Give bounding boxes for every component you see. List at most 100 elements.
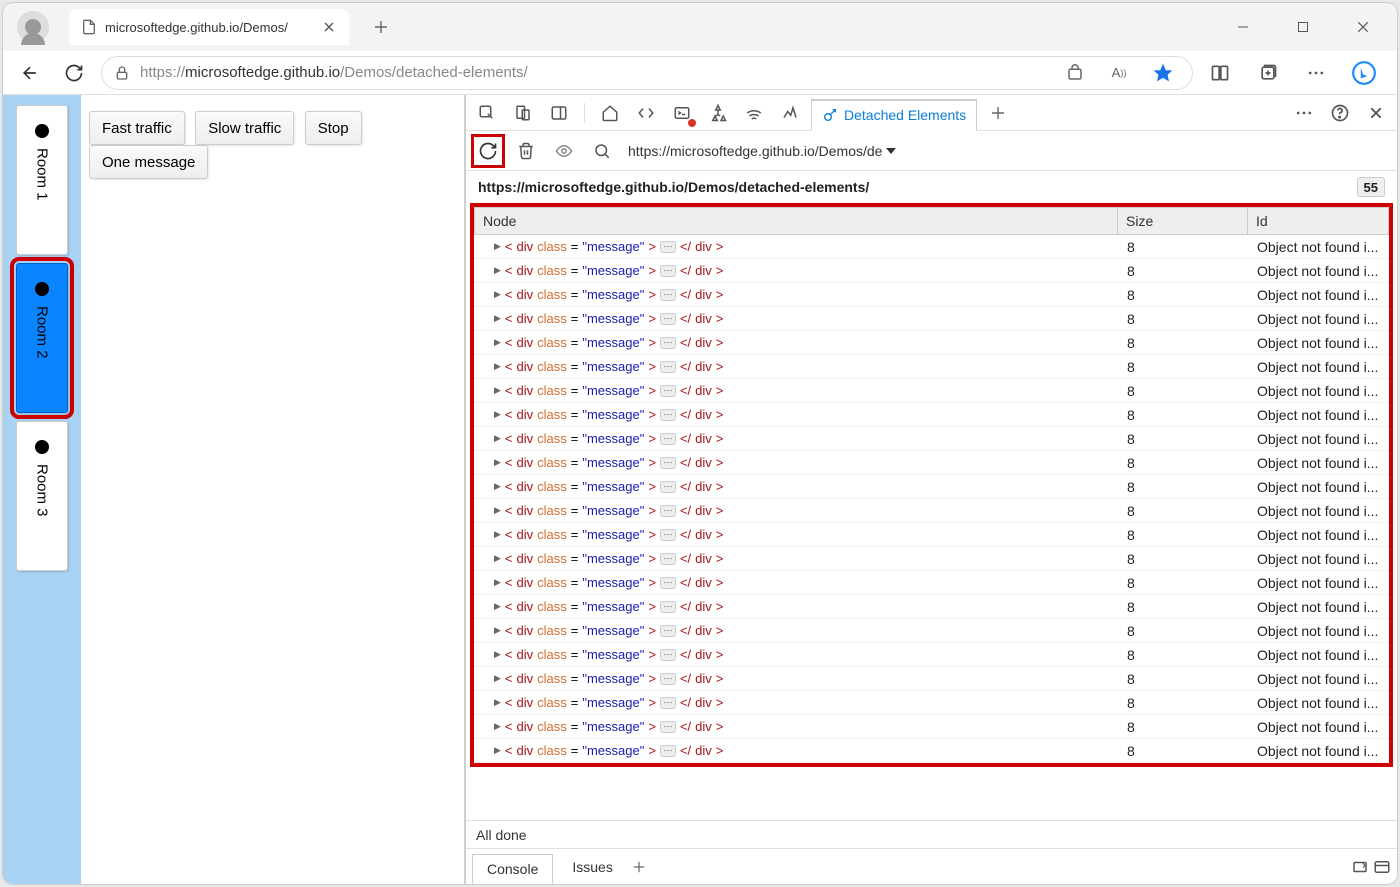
id-cell: Object not found i... [1249,358,1389,376]
node-cell: ▶<div class="message">⋯</div> [474,694,1119,711]
col-node[interactable]: Node [475,208,1118,234]
detached-toolbar: https://microsoftedge.github.io/Demos/de [466,131,1397,171]
status-bar: All done [466,820,1397,848]
sources-tab-icon[interactable] [703,98,733,128]
read-aloud-icon[interactable]: A)) [1102,56,1136,90]
id-cell: Object not found i... [1249,406,1389,424]
elements-tab-icon[interactable] [631,98,661,128]
table-row[interactable]: ▶<div class="message">⋯</div>8Object not… [474,259,1389,283]
window-close-button[interactable] [1345,11,1381,43]
back-button[interactable] [13,56,47,90]
dock-side-icon[interactable] [544,98,574,128]
detached-elements-tab[interactable]: Detached Elements [811,99,977,131]
room-tab-2[interactable]: Room 2 [16,263,68,413]
table-row[interactable]: ▶<div class="message">⋯</div>8Object not… [474,715,1389,739]
node-cell: ▶<div class="message">⋯</div> [474,718,1119,735]
node-cell: ▶<div class="message">⋯</div> [474,430,1119,447]
table-row[interactable]: ▶<div class="message">⋯</div>8Object not… [474,403,1389,427]
table-row[interactable]: ▶<div class="message">⋯</div>8Object not… [474,499,1389,523]
table-row[interactable]: ▶<div class="message">⋯</div>8Object not… [474,619,1389,643]
device-emulation-icon[interactable] [508,98,538,128]
console-tab-icon[interactable] [667,98,697,128]
table-row[interactable]: ▶<div class="message">⋯</div>8Object not… [474,523,1389,547]
table-row[interactable]: ▶<div class="message">⋯</div>8Object not… [474,475,1389,499]
more-icon[interactable] [1299,56,1333,90]
tab-close-button[interactable] [321,19,337,35]
table-row[interactable]: ▶<div class="message">⋯</div>8Object not… [474,355,1389,379]
favorite-icon[interactable] [1146,56,1180,90]
node-cell: ▶<div class="message">⋯</div> [474,334,1119,351]
stop-button[interactable]: Stop [305,111,362,145]
table-row[interactable]: ▶<div class="message">⋯</div>8Object not… [474,235,1389,259]
shopping-icon[interactable] [1058,56,1092,90]
fast-traffic-button[interactable]: Fast traffic [89,111,185,145]
split-screen-icon[interactable] [1203,56,1237,90]
table-row[interactable]: ▶<div class="message">⋯</div>8Object not… [474,283,1389,307]
one-message-button[interactable]: One message [89,145,208,179]
table-row[interactable]: ▶<div class="message">⋯</div>8Object not… [474,331,1389,355]
table-row[interactable]: ▶<div class="message">⋯</div>8Object not… [474,451,1389,475]
welcome-tab-icon[interactable] [595,98,625,128]
profile-avatar[interactable] [17,11,49,43]
search-icon[interactable] [586,135,618,167]
bing-chat-icon[interactable] [1347,56,1381,90]
inspect-element-icon[interactable] [472,98,502,128]
devtools-close-icon[interactable] [1361,98,1391,128]
url-input[interactable]: https://microsoftedge.github.io/Demos/de… [101,56,1193,90]
id-cell: Object not found i... [1249,382,1389,400]
status-dot-icon [35,282,49,296]
window-minimize-button[interactable] [1225,11,1261,43]
browser-tab[interactable]: microsoftedge.github.io/Demos/ [69,9,349,45]
drawer-add-tab-button[interactable] [632,860,646,874]
id-cell: Object not found i... [1249,622,1389,640]
devtools-help-icon[interactable] [1325,98,1355,128]
issues-drawer-tab[interactable]: Issues [557,852,627,882]
devtools-more-icon[interactable] [1289,98,1319,128]
window-maximize-button[interactable] [1285,11,1321,43]
performance-tab-icon[interactable] [775,98,805,128]
console-drawer-tab[interactable]: Console [472,854,553,884]
table-row[interactable]: ▶<div class="message">⋯</div>8Object not… [474,691,1389,715]
detached-results[interactable]: https://microsoftedge.github.io/Demos/de… [466,171,1397,820]
analyze-button[interactable] [472,135,504,167]
table-row[interactable]: ▶<div class="message">⋯</div>8Object not… [474,547,1389,571]
table-row[interactable]: ▶<div class="message">⋯</div>8Object not… [474,571,1389,595]
group-url: https://microsoftedge.github.io/Demos/de… [478,179,869,195]
node-cell: ▶<div class="message">⋯</div> [474,454,1119,471]
room-tab-1[interactable]: Room 1 [16,105,68,255]
more-tabs-button[interactable] [983,98,1013,128]
collections-icon[interactable] [1251,56,1285,90]
clear-button[interactable] [510,135,542,167]
eye-icon[interactable] [548,135,580,167]
room-label: Room 2 [34,306,51,359]
room-tab-3[interactable]: Room 3 [16,421,68,571]
col-id[interactable]: Id [1248,208,1388,234]
table-row[interactable]: ▶<div class="message">⋯</div>8Object not… [474,595,1389,619]
table-row[interactable]: ▶<div class="message">⋯</div>8Object not… [474,643,1389,667]
drawer-issues-icon[interactable] [1373,858,1391,876]
table-row[interactable]: ▶<div class="message">⋯</div>8Object not… [474,427,1389,451]
node-cell: ▶<div class="message">⋯</div> [474,646,1119,663]
node-cell: ▶<div class="message">⋯</div> [474,742,1119,759]
id-cell: Object not found i... [1249,526,1389,544]
table-row[interactable]: ▶<div class="message">⋯</div>8Object not… [474,307,1389,331]
table-row[interactable]: ▶<div class="message">⋯</div>8Object not… [474,667,1389,691]
id-cell: Object not found i... [1249,310,1389,328]
table-row[interactable]: ▶<div class="message">⋯</div>8Object not… [474,739,1389,763]
source-dropdown[interactable]: https://microsoftedge.github.io/Demos/de [624,141,900,161]
site-info-icon[interactable] [114,65,130,81]
new-tab-button[interactable] [365,11,397,43]
url-text: https://microsoftedge.github.io/Demos/de… [140,64,1048,81]
refresh-button[interactable] [57,56,91,90]
devtools-panel: Detached Elements https://microsoftedge.… [465,95,1397,884]
network-tab-icon[interactable] [739,98,769,128]
slow-traffic-button[interactable]: Slow traffic [195,111,294,145]
page-content: Room 1 Room 2 Room 3 Fast traffic Slow tra… [3,95,465,884]
size-cell: 8 [1119,334,1249,352]
table-row[interactable]: ▶<div class="message">⋯</div>8Object not… [474,379,1389,403]
col-size[interactable]: Size [1118,208,1248,234]
devtools-drawer: Console Issues [466,848,1397,884]
size-cell: 8 [1119,454,1249,472]
drawer-expand-icon[interactable] [1351,858,1369,876]
size-cell: 8 [1119,670,1249,688]
